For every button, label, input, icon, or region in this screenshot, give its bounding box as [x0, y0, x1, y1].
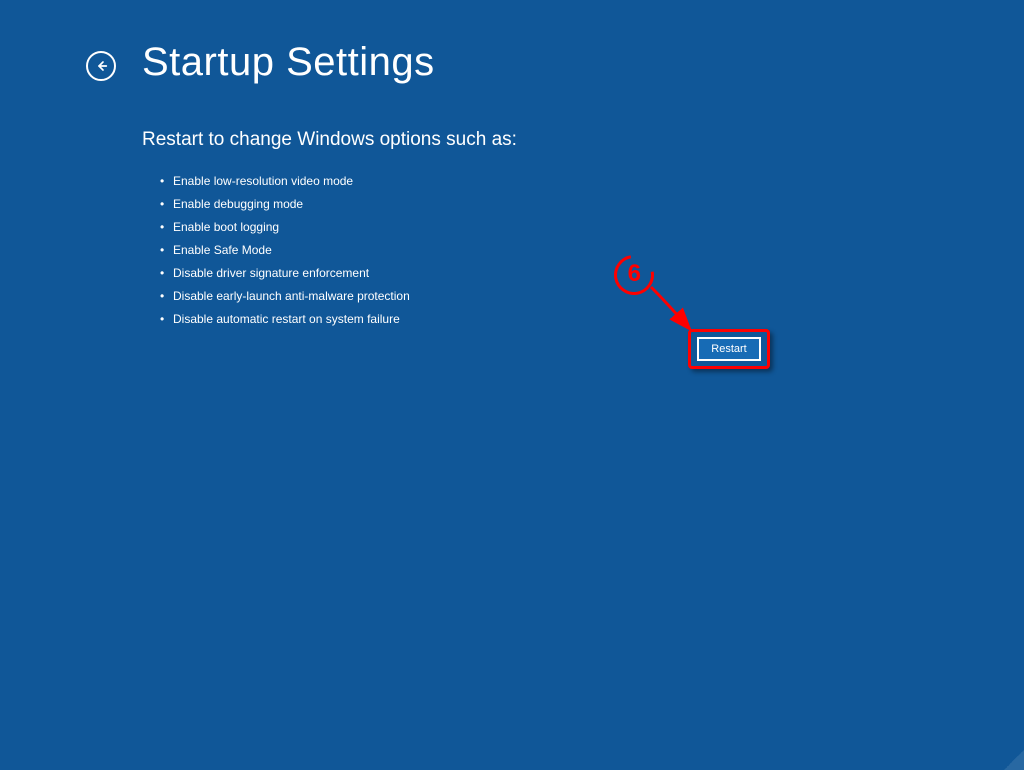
corner-decoration	[1004, 750, 1024, 770]
list-item: Enable Safe Mode	[160, 238, 1024, 261]
restart-button[interactable]: Restart	[697, 337, 761, 361]
startup-options-list: Enable low-resolution video mode Enable …	[142, 169, 1024, 330]
restart-subtitle: Restart to change Windows options such a…	[142, 129, 1024, 151]
list-item: Disable driver signature enforcement	[160, 261, 1024, 284]
list-item: Enable low-resolution video mode	[160, 169, 1024, 192]
list-item: Enable boot logging	[160, 215, 1024, 238]
page-title: Startup Settings	[142, 40, 435, 85]
back-button[interactable]	[86, 51, 116, 81]
list-item: Disable automatic restart on system fail…	[160, 307, 1024, 330]
back-arrow-icon	[93, 58, 109, 74]
list-item: Enable debugging mode	[160, 192, 1024, 215]
list-item: Disable early-launch anti-malware protec…	[160, 284, 1024, 307]
